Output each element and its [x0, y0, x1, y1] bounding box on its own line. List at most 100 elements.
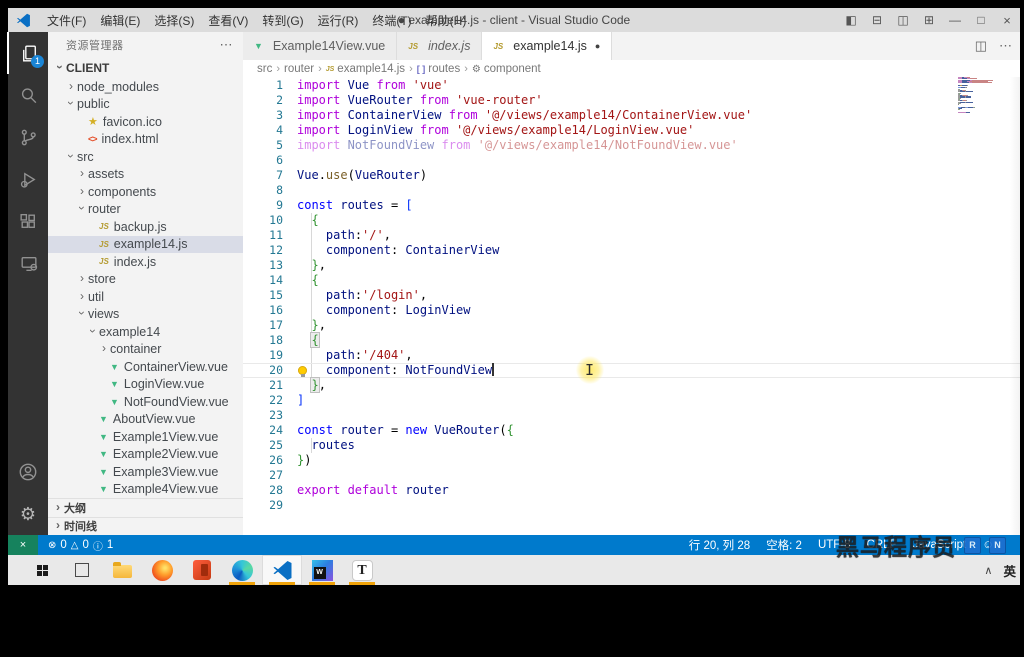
minimap[interactable]	[958, 77, 1004, 114]
status-item[interactable]: 空格: 2	[766, 537, 802, 553]
taskbar-firefox-icon[interactable]	[142, 555, 182, 585]
tree-item[interactable]: › store	[48, 271, 243, 289]
sidebar-panel[interactable]: › 大纲	[48, 498, 243, 517]
code-line[interactable]: 13 },	[243, 258, 1020, 273]
layout-panel-icon[interactable]: ⊟	[864, 13, 890, 27]
layout-sidebar-icon[interactable]: ◧	[838, 13, 864, 27]
breadcrumb-item[interactable]: JS example14.js	[326, 63, 405, 75]
problems-status[interactable]: ⊗ 0 △ 0 ⓘ 1	[48, 538, 113, 553]
code-line[interactable]: 28 export default router	[243, 483, 1020, 498]
menu-item[interactable]: 运行(R)	[311, 14, 366, 28]
extensions-icon[interactable]	[8, 200, 48, 242]
code-line[interactable]: 4 import LoginView from '@/views/example1…	[243, 123, 1020, 138]
code-line[interactable]: 23	[243, 408, 1020, 423]
code-line[interactable]: 12 component: ContainerView	[243, 243, 1020, 258]
code-line[interactable]: 21 },	[243, 377, 1020, 393]
tree-root-client[interactable]: › CLIENT	[48, 58, 243, 78]
menu-item[interactable]: 帮助(H)	[419, 14, 474, 28]
modified-dot-icon[interactable]: ●	[595, 41, 600, 51]
code-line[interactable]: 14 {	[243, 273, 1020, 288]
code-line[interactable]: 3 import ContainerView from '@/views/exam…	[243, 108, 1020, 123]
menu-item[interactable]: 转到(G)	[255, 14, 310, 28]
search-icon[interactable]	[8, 74, 48, 116]
tree-item[interactable]: › views	[48, 306, 243, 324]
tab-index-js[interactable]: JS index.js	[397, 32, 483, 60]
taskbar-task-view-icon[interactable]	[62, 555, 102, 585]
code-line[interactable]: 7 Vue.use(VueRouter)	[243, 168, 1020, 183]
code-line[interactable]: 16 component: LoginView	[243, 303, 1020, 318]
maximize-button[interactable]: □	[968, 13, 994, 27]
code-line[interactable]: 9 const routes = [	[243, 198, 1020, 213]
hidden-icons-chevron[interactable]: ∧	[984, 564, 992, 577]
code-area[interactable]: 1 import Vue from 'vue' 2 import VueRouter …	[243, 78, 1020, 535]
remote-indicator[interactable]: ×	[8, 535, 38, 555]
code-line[interactable]: 20 component: NotFoundView	[243, 363, 1020, 378]
tree-item[interactable]: › node_modules	[48, 78, 243, 96]
taskbar-file-explorer-icon[interactable]	[102, 555, 142, 585]
tree-item[interactable]: ★ favicon.ico	[48, 113, 243, 131]
code-line[interactable]: 2 import VueRouter from 'vue-router'	[243, 93, 1020, 108]
tree-item[interactable]: › container	[48, 341, 243, 359]
explorer-icon[interactable]: 1	[7, 32, 49, 74]
code-line[interactable]: 19 path:'/404',	[243, 348, 1020, 363]
tree-item[interactable]: ▼ LoginView.vue	[48, 376, 243, 394]
menu-item[interactable]: 查看(V)	[201, 14, 255, 28]
tree-item[interactable]: › assets	[48, 166, 243, 184]
layout-customize-icon[interactable]: ⊞	[916, 13, 942, 27]
menu-item[interactable]: 选择(S)	[147, 14, 201, 28]
lightbulb-icon[interactable]	[298, 366, 307, 377]
menu-item[interactable]: 编辑(E)	[93, 14, 147, 28]
tree-item[interactable]: ▼ Example4View.vue	[48, 481, 243, 499]
account-icon[interactable]	[8, 451, 48, 493]
taskbar-vscode-icon[interactable]	[262, 555, 302, 585]
taskbar-edge-icon[interactable]	[222, 555, 262, 585]
sidebar-panel[interactable]: › 时间线	[48, 516, 243, 536]
split-editor-icon[interactable]: ◫	[975, 38, 987, 54]
remote-explorer-icon[interactable]	[8, 242, 48, 284]
tree-item[interactable]: <> index.html	[48, 131, 243, 149]
ime-indicator[interactable]: 英	[1003, 561, 1016, 580]
code-line[interactable]: 26})	[243, 453, 1020, 468]
code-line[interactable]: 27	[243, 468, 1020, 483]
tree-item[interactable]: ▼ Example2View.vue	[48, 446, 243, 464]
tree-item[interactable]: ▼ Example3View.vue	[48, 463, 243, 481]
tree-item[interactable]: ▼ ContainerView.vue	[48, 358, 243, 376]
breadcrumb-item[interactable]: router	[284, 63, 314, 75]
source-control-icon[interactable]	[8, 116, 48, 158]
run-debug-icon[interactable]	[8, 158, 48, 200]
tree-item[interactable]: › util	[48, 288, 243, 306]
code-line[interactable]: 24 const router = new VueRouter({	[243, 423, 1020, 438]
taskbar-typora-icon[interactable]: T	[342, 555, 382, 585]
menu-item[interactable]: 文件(F)	[40, 14, 93, 28]
code-line[interactable]: 15 path:'/login',	[243, 288, 1020, 303]
code-line[interactable]: 18 {	[243, 332, 1020, 348]
menu-item[interactable]: 终端(T)	[365, 14, 418, 28]
code-line[interactable]: 17 },	[243, 318, 1020, 333]
code-line[interactable]: 6	[243, 153, 1020, 168]
close-button[interactable]: ×	[994, 13, 1020, 28]
taskbar-webstorm-icon[interactable]: W	[302, 555, 342, 585]
breadcrumb-item[interactable]: [ ] routes	[417, 63, 460, 75]
code-line[interactable]: 11 path:'/',	[243, 228, 1020, 243]
code-line[interactable]: 1 import Vue from 'vue'	[243, 78, 1020, 93]
tree-item[interactable]: ▼ NotFoundView.vue	[48, 393, 243, 411]
code-line[interactable]: 25 routes	[243, 438, 1020, 453]
code-line[interactable]: 29	[243, 498, 1020, 513]
code-line[interactable]: 10 {	[243, 213, 1020, 228]
tab-example14view-vue[interactable]: ▼ Example14View.vue	[243, 32, 398, 60]
more-actions-icon[interactable]: ⋯	[999, 38, 1012, 54]
tree-item[interactable]: JS index.js	[48, 253, 243, 271]
tree-item[interactable]: JS example14.js	[48, 235, 243, 253]
breadcrumb-item[interactable]: ⚙ component	[472, 63, 541, 75]
taskbar-start-icon[interactable]	[22, 555, 62, 585]
code-line[interactable]: 5 import NotFoundView from '@/views/examp…	[243, 138, 1020, 153]
code-line[interactable]: 8	[243, 183, 1020, 198]
tree-item[interactable]: ▼ AboutView.vue	[48, 411, 243, 429]
settings-gear-icon[interactable]: ⚙	[8, 493, 48, 535]
tree-item[interactable]: JS backup.js	[48, 218, 243, 236]
layout-split-icon[interactable]: ◫	[890, 13, 916, 27]
minimize-button[interactable]: —	[942, 13, 968, 27]
taskbar-office-icon[interactable]	[182, 555, 222, 585]
tree-item[interactable]: › components	[48, 183, 243, 201]
tree-item[interactable]: › router	[48, 201, 243, 219]
